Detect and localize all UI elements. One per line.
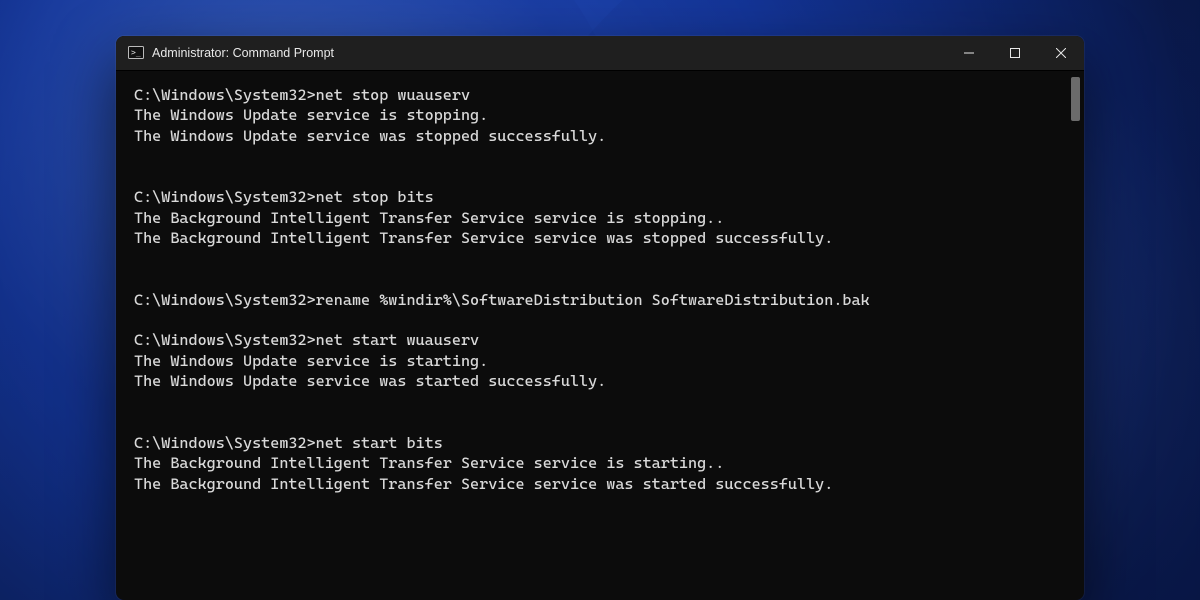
minimize-button[interactable]: [946, 36, 992, 70]
command-prompt-window: >_ Administrator: Command Prompt C:\Wind…: [116, 36, 1084, 600]
terminal-output[interactable]: C:\Windows\System32>net stop wuauserv Th…: [116, 71, 1084, 600]
cmd-icon: >_: [128, 45, 144, 61]
scrollbar-thumb[interactable]: [1071, 77, 1080, 121]
titlebar[interactable]: >_ Administrator: Command Prompt: [116, 36, 1084, 71]
close-button[interactable]: [1038, 36, 1084, 70]
scrollbar-track[interactable]: [1067, 71, 1084, 600]
maximize-button[interactable]: [992, 36, 1038, 70]
svg-text:>_: >_: [131, 48, 141, 57]
window-title: Administrator: Command Prompt: [152, 46, 334, 60]
